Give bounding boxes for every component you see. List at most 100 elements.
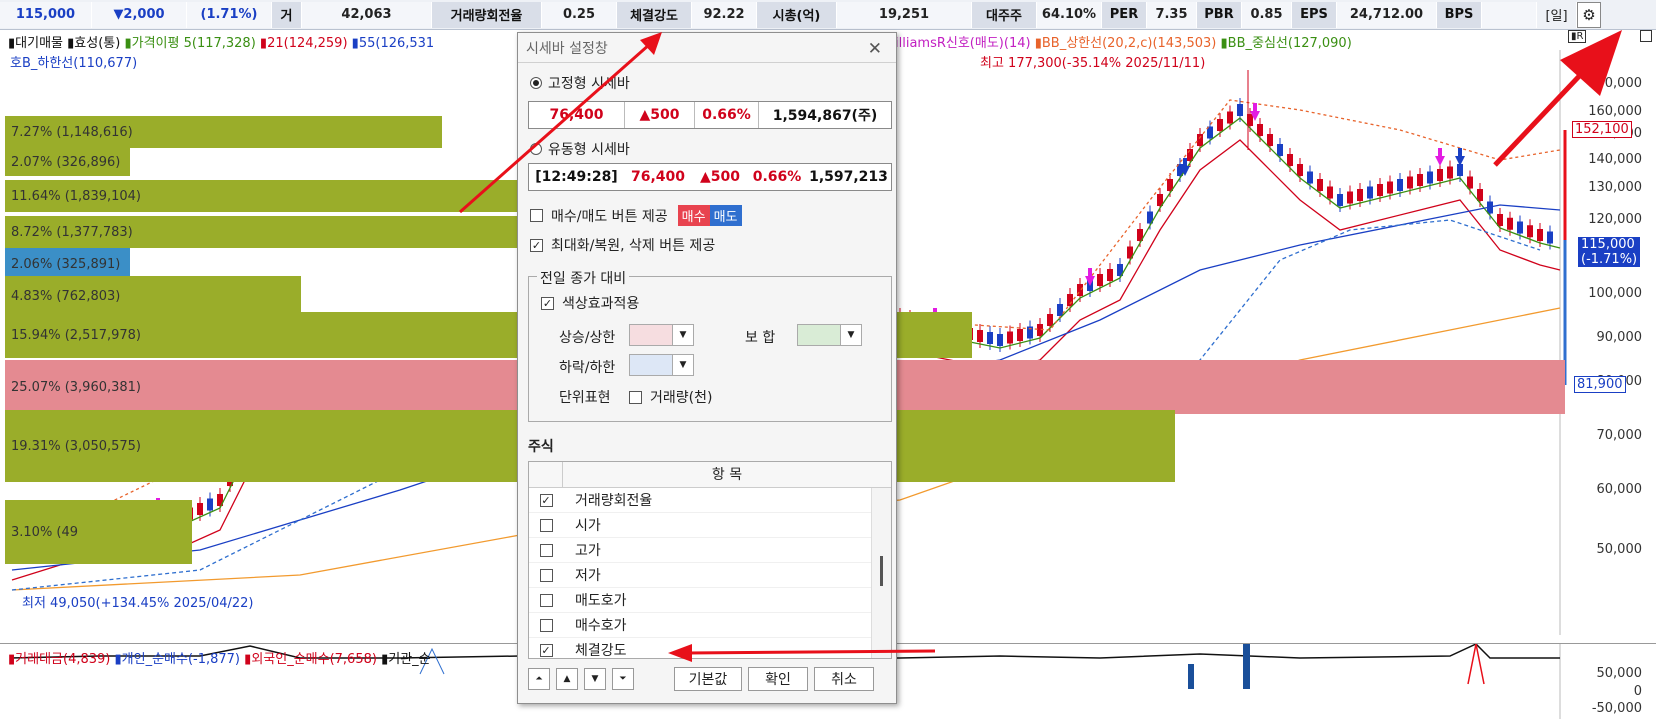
candle-body: [1527, 225, 1533, 238]
label-turnover: 거래량회전율: [432, 1, 542, 28]
chevron-down-icon[interactable]: ▼: [672, 354, 694, 376]
item-check-cell[interactable]: ✓: [529, 643, 563, 657]
signal-arrow-stem: [1088, 268, 1092, 276]
item-label: 매도호가: [575, 593, 627, 609]
float-volume: 1,597,213: [809, 169, 888, 185]
value-turnover: 0.25: [542, 1, 617, 28]
maximize-icon[interactable]: [1640, 30, 1652, 42]
close-icon[interactable]: ✕: [868, 39, 882, 59]
default-button[interactable]: 기본값: [674, 667, 742, 691]
item-row[interactable]: 시가: [529, 513, 891, 538]
candle-body: [1327, 186, 1333, 199]
item-checkbox[interactable]: [539, 593, 553, 607]
buysell-option[interactable]: 매수/매도 버튼 제공 매수 매도: [530, 205, 742, 226]
candle-body: [1357, 189, 1363, 201]
maxrestore-option[interactable]: ✓ 최대화/복원, 삭제 버튼 제공: [530, 235, 715, 255]
fixed-bar-radio[interactable]: 고정형 시세바: [530, 73, 630, 93]
price-tag-current-value: 115,000: [1581, 237, 1635, 252]
item-checkbox[interactable]: ✓: [539, 643, 553, 657]
scroll-thumb[interactable]: [880, 556, 883, 586]
item-check-cell[interactable]: [529, 568, 563, 582]
y-axis-label: 50,000: [1596, 542, 1643, 557]
flat-color-swatch[interactable]: [797, 324, 841, 346]
move-bottom-icon[interactable]: ⏷: [612, 668, 634, 690]
color-effect-option[interactable]: ✓ 색상효과적용: [541, 293, 639, 313]
y-axis-label: 130,000: [1588, 180, 1642, 195]
item-row[interactable]: 고가: [529, 538, 891, 563]
item-check-cell[interactable]: [529, 543, 563, 557]
cancel-button[interactable]: 취소: [814, 667, 874, 691]
gear-icon[interactable]: ⚙: [1577, 1, 1601, 28]
candle-body: [1437, 169, 1443, 181]
label-per: PER: [1102, 1, 1147, 28]
down-color-swatch[interactable]: [629, 354, 673, 376]
low-annotation: 최저 49,050(+134.45% 2025/04/22): [22, 596, 254, 611]
item-checkbox[interactable]: [539, 618, 553, 632]
legend-item-ma21: 21(124,259): [267, 36, 348, 51]
legend-item-ma55: 55(126,531: [358, 36, 435, 51]
label-major-holder: 대주주: [972, 1, 1037, 28]
ok-button[interactable]: 확인: [748, 667, 808, 691]
item-row[interactable]: ✓ 체결강도: [529, 638, 891, 658]
chart-mode-icon[interactable]: ▮R: [1568, 30, 1587, 43]
item-checkbox[interactable]: [539, 543, 553, 557]
candle-body: [1477, 189, 1483, 201]
buysell-checkbox[interactable]: [530, 209, 543, 222]
item-check-cell[interactable]: [529, 593, 563, 607]
y-axis-label: 100,000: [1588, 286, 1642, 301]
label-strength: 체결강도: [617, 1, 692, 28]
volume-unit-option[interactable]: 거래량(천): [629, 387, 712, 407]
item-checkbox[interactable]: [539, 518, 553, 532]
move-up-icon[interactable]: ▲: [556, 668, 578, 690]
float-time: [12:49:28]: [535, 169, 618, 185]
legend-item-bb-mid: BB_중심선(127,090): [1227, 36, 1352, 51]
item-scrollbar[interactable]: [871, 488, 891, 658]
candle-body: [1377, 184, 1383, 196]
color-effect-checkbox[interactable]: ✓: [541, 296, 554, 310]
item-check-cell[interactable]: [529, 618, 563, 632]
up-color-swatch[interactable]: [629, 324, 673, 346]
sub-axis-top: 50,000: [1596, 666, 1643, 681]
signal-arrow: [1455, 156, 1465, 166]
volume-profile-bar: 3.10% (49: [5, 500, 193, 564]
legend-item-ma5: 가격이평 5(117,328): [131, 36, 256, 51]
item-check-cell[interactable]: ✓: [529, 493, 563, 507]
item-label: 저가: [575, 568, 601, 584]
period-button[interactable]: [일]: [1537, 1, 1577, 28]
price-tag-low: 81,900: [1574, 376, 1626, 393]
item-row[interactable]: ✓ 거래량회전율: [529, 488, 891, 513]
signal-arrow: [1435, 156, 1445, 166]
radio-dot: [530, 77, 542, 89]
maxrestore-checkbox[interactable]: ✓: [530, 238, 543, 252]
float-bar-preview: [12:49:28] 76,400 ▲500 0.66% 1,597,213: [528, 163, 892, 191]
legend-trading-value: 거래대금(4,839): [15, 652, 111, 667]
item-row[interactable]: 저가: [529, 563, 891, 588]
preview-price: 76,400: [529, 102, 625, 128]
chevron-down-icon[interactable]: ▼: [840, 324, 862, 346]
candle-body: [1047, 314, 1053, 326]
volume-spike: [1243, 644, 1250, 689]
item-label: 시가: [575, 518, 601, 534]
item-row[interactable]: 매수호가: [529, 613, 891, 638]
move-down-icon[interactable]: ▼: [584, 668, 606, 690]
value-eps: 24,712.00: [1337, 1, 1437, 28]
legend-marker: ▮: [351, 36, 359, 51]
prev-close-group: 전일 종가 대비 ✓ 색상효과적용 상승/상한 ▼ 보 합 ▼ 하락/하한 ▼ …: [528, 268, 892, 422]
legend-item-bb-upper: BB_상한선(20,2,c)(143,503): [1041, 36, 1217, 51]
item-check-cell[interactable]: [529, 518, 563, 532]
volume-unit-checkbox[interactable]: [629, 390, 642, 404]
candle-body: [1237, 104, 1243, 116]
item-checkbox[interactable]: ✓: [539, 493, 553, 507]
item-checkbox[interactable]: [539, 568, 553, 582]
float-bar-radio[interactable]: 유동형 시세바: [530, 139, 630, 159]
value-volume: 42,063: [302, 1, 432, 28]
move-top-icon[interactable]: ⏶: [528, 668, 550, 690]
value-marketcap: 19,251: [837, 1, 972, 28]
candle-body: [1107, 269, 1113, 281]
chevron-down-icon[interactable]: ▼: [672, 324, 694, 346]
sell-tag: 매도: [709, 205, 742, 226]
candle-body: [1257, 124, 1263, 136]
preview-volume: 1,594,867(주): [772, 108, 878, 124]
candle-body: [1507, 217, 1513, 230]
item-row[interactable]: 매도호가: [529, 588, 891, 613]
